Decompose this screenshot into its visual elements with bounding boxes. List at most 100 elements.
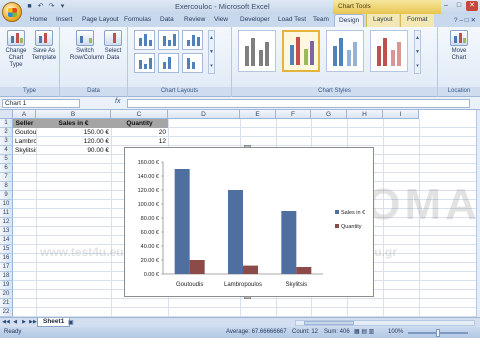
customize-qat-icon[interactable]: ▾	[58, 2, 67, 11]
chart-layout-5[interactable]	[158, 53, 179, 73]
first-sheet-icon[interactable]: ◀◀	[2, 319, 10, 326]
column-header-c[interactable]: C	[111, 110, 168, 119]
zoom-level[interactable]: 100%	[388, 327, 403, 338]
name-box[interactable]: Chart 1	[2, 99, 80, 108]
tab-review[interactable]: Review	[184, 16, 205, 23]
row-header-18[interactable]: 18	[0, 272, 13, 281]
next-sheet-icon[interactable]: ▶	[20, 319, 28, 326]
table-header-cell[interactable]: Seller	[13, 119, 36, 128]
change-chart-type-button[interactable]: Change Chart Type	[3, 30, 29, 69]
row-header-11[interactable]: 11	[0, 209, 13, 218]
chart-resize-handle-top[interactable]	[244, 145, 251, 148]
chart-layouts-scroll[interactable]: ▲ ▼ ▾	[208, 30, 215, 74]
row-header-10[interactable]: 10	[0, 200, 13, 209]
table-cell[interactable]: Goutoudis	[13, 128, 36, 137]
vertical-scrollbar[interactable]	[476, 110, 480, 317]
move-chart-button[interactable]: Move Chart	[444, 30, 474, 62]
row-header-20[interactable]: 20	[0, 290, 13, 299]
row-header-22[interactable]: 22	[0, 308, 13, 317]
table-header-cell[interactable]: Quantity	[111, 119, 168, 128]
column-header-b[interactable]: B	[36, 110, 111, 119]
table-cell[interactable]: 90.00 €	[36, 146, 111, 155]
row-header-4[interactable]: 4	[0, 146, 13, 155]
row-header-8[interactable]: 8	[0, 182, 13, 191]
tab-home[interactable]: Home	[30, 16, 47, 23]
tab-insert[interactable]: Insert	[56, 16, 72, 23]
select-all-corner[interactable]	[0, 110, 13, 119]
chart-style-3[interactable]	[326, 30, 364, 72]
horizontal-scroll-thumb[interactable]	[304, 321, 354, 325]
tab-developer[interactable]: Developer	[240, 16, 270, 23]
tab-design[interactable]: Design	[334, 14, 365, 27]
chart-style-4[interactable]	[370, 30, 408, 72]
tab-view[interactable]: View	[214, 16, 228, 23]
help-icon[interactable]: ? – □ ✕	[454, 16, 476, 24]
select-data-button[interactable]: Select Data	[102, 30, 124, 62]
horizontal-scrollbar[interactable]	[295, 320, 475, 326]
row-header-3[interactable]: 3	[0, 137, 13, 146]
prev-sheet-icon[interactable]: ◀	[11, 319, 19, 326]
tab-formulas[interactable]: Formulas	[124, 16, 151, 23]
chart-1[interactable]: 0.00 € 20.00 € 40.00 € 60.00 € 80.00 € 100.00…	[124, 147, 374, 297]
chart-resize-handle-bottom[interactable]	[244, 296, 251, 299]
column-header-e[interactable]: E	[240, 110, 276, 119]
chart-layout-6[interactable]	[182, 53, 203, 73]
column-header-a[interactable]: A	[13, 110, 36, 119]
column-header-d[interactable]: D	[168, 110, 240, 119]
insert-sheet-icon[interactable]: ▣	[68, 319, 74, 326]
table-cell[interactable]: Lambropoulos	[13, 137, 36, 146]
row-header-13[interactable]: 13	[0, 227, 13, 236]
chart-style-1[interactable]	[238, 30, 276, 72]
fx-icon[interactable]: fx	[115, 98, 120, 105]
row-header-6[interactable]: 6	[0, 164, 13, 173]
chart-layout-4[interactable]	[134, 53, 155, 73]
tab-load-test[interactable]: Load Test	[278, 16, 306, 23]
table-cell[interactable]: 120.00 €	[36, 137, 111, 146]
chart-styles-scroll[interactable]: ▲ ▼ ▾	[414, 30, 421, 74]
redo-icon[interactable]: ↷	[47, 2, 56, 11]
switch-row-column-button[interactable]: Switch Row/Column	[70, 30, 104, 62]
formula-input[interactable]	[127, 99, 470, 108]
row-header-2[interactable]: 2	[0, 128, 13, 137]
row-header-12[interactable]: 12	[0, 218, 13, 227]
tab-format[interactable]: Format	[400, 14, 434, 27]
table-cell[interactable]: 150.00 €	[36, 128, 111, 137]
table-cell[interactable]: 20	[111, 128, 168, 137]
sheet-tab-sheet1[interactable]: Sheet1	[37, 318, 71, 327]
view-buttons-icon[interactable]: ▦ ▤ ▥	[354, 327, 374, 338]
row-header-15[interactable]: 15	[0, 245, 13, 254]
row-header-14[interactable]: 14	[0, 236, 13, 245]
table-header-cell[interactable]: Sales in €	[36, 119, 111, 128]
row-header-5[interactable]: 5	[0, 155, 13, 164]
row-header-16[interactable]: 16	[0, 254, 13, 263]
table-cell[interactable]: Skylitsis	[13, 146, 36, 155]
table-cell[interactable]: 12	[111, 137, 168, 146]
restore-icon[interactable]: □	[453, 1, 465, 11]
undo-icon[interactable]: ↶	[36, 2, 45, 11]
chart-style-2[interactable]	[282, 30, 320, 72]
row-header-17[interactable]: 17	[0, 263, 13, 272]
chart-layout-2[interactable]	[158, 30, 179, 50]
tab-layout[interactable]: Layout	[366, 14, 399, 27]
tab-page-layout[interactable]: Page Layout	[82, 16, 119, 23]
tab-data[interactable]: Data	[160, 16, 174, 23]
office-button[interactable]	[2, 2, 22, 22]
save-as-template-button[interactable]: Save As Template	[31, 30, 57, 62]
chart-layout-3[interactable]	[182, 30, 203, 50]
minimize-icon[interactable]: –	[440, 1, 452, 11]
column-header-f[interactable]: F	[276, 110, 311, 119]
row-header-7[interactable]: 7	[0, 173, 13, 182]
save-icon[interactable]: ■	[25, 2, 34, 11]
row-header-1[interactable]: 1	[0, 119, 13, 128]
column-header-h[interactable]: H	[347, 110, 383, 119]
last-sheet-icon[interactable]: ▶▶	[29, 319, 37, 326]
chart-layout-1[interactable]	[134, 30, 155, 50]
row-header-19[interactable]: 19	[0, 281, 13, 290]
row-header-9[interactable]: 9	[0, 191, 13, 200]
tab-team[interactable]: Team	[313, 16, 329, 23]
column-header-g[interactable]: G	[311, 110, 347, 119]
column-header-i[interactable]: I	[383, 110, 419, 119]
zoom-slider-knob[interactable]	[436, 329, 440, 337]
row-header-21[interactable]: 21	[0, 299, 13, 308]
close-icon[interactable]: ✕	[466, 1, 478, 11]
